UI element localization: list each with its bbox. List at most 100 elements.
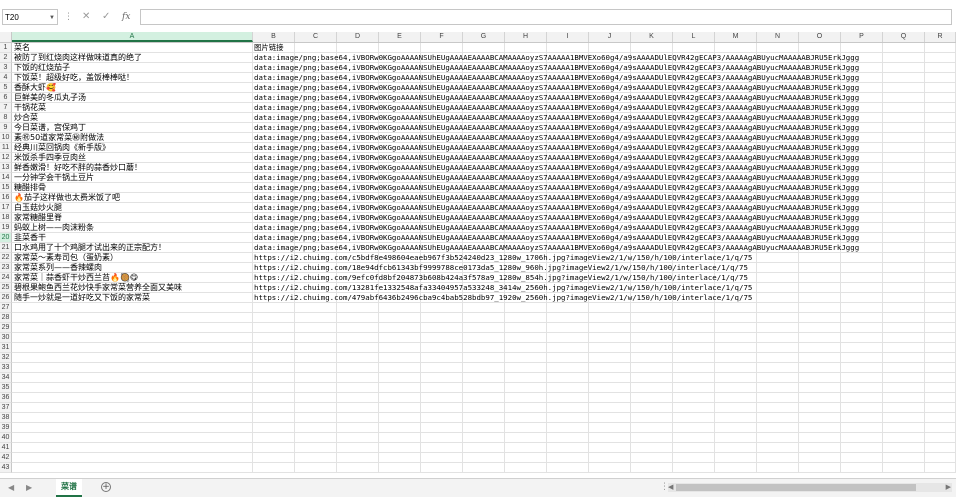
row-header[interactable]: 26 [0,293,12,303]
cell-image-link[interactable]: data:image/png;base64,iVBORw0KGgoAAAANSU… [253,53,954,63]
row-header[interactable]: 24 [0,273,12,283]
cell-dish-name[interactable]: 素㊗50道家常菜㊙附做法 [13,133,254,143]
cell-dish-name[interactable] [13,333,254,343]
cell-image-link[interactable]: data:image/png;base64,iVBORw0KGgoAAAANSU… [253,93,954,103]
cell-image-link[interactable] [253,443,954,453]
cell-dish-name[interactable]: 巨鲜美的冬瓜丸子汤 [13,93,254,103]
row-header[interactable]: 8 [0,113,12,123]
cell-dish-name[interactable] [13,423,254,433]
cell-dish-name[interactable] [13,373,254,383]
cell-dish-name[interactable] [13,383,254,393]
cell-image-link[interactable] [253,343,954,353]
row-header[interactable]: 15 [0,183,12,193]
row-header[interactable]: 31 [0,343,12,353]
cell-image-link[interactable] [253,403,954,413]
row-header[interactable]: 40 [0,433,12,443]
next-sheet-icon[interactable]: ▶ [26,483,32,492]
row-header[interactable]: 4 [0,73,12,83]
row-header[interactable]: 39 [0,423,12,433]
cell-dish-name[interactable]: 🔥茄子这样做也太费米饭了吧 [13,193,254,203]
cell-dish-name[interactable] [13,313,254,323]
cell-image-link[interactable]: https://i2.chuimg.com/479abf6436b2496cba… [253,293,954,303]
row-header[interactable]: 32 [0,353,12,363]
row-header[interactable]: 37 [0,403,12,413]
cell-dish-name[interactable]: 随手一炒就是一道好吃又下饭的家常菜 [13,293,254,303]
cell-image-link[interactable] [253,383,954,393]
cell-image-link[interactable] [253,463,954,473]
cell-dish-name[interactable]: 白玉菇炒火腿 [13,203,254,213]
cell-image-link[interactable]: data:image/png;base64,iVBORw0KGgoAAAANSU… [253,213,954,223]
cell-dish-name[interactable] [13,403,254,413]
row-header[interactable]: 33 [0,363,12,373]
cell-image-link[interactable]: data:image/png;base64,iVBORw0KGgoAAAANSU… [253,173,954,183]
cell-image-link[interactable]: https://i2.chuimg.com/c5bdf8e498604eaeb9… [253,253,954,263]
row-header[interactable]: 17 [0,203,12,213]
cell-image-link[interactable]: data:image/png;base64,iVBORw0KGgoAAAANSU… [253,133,954,143]
cell-dish-name[interactable]: 家常菜｜蒜香虾干炒西兰苔🔥🥘😋 [13,273,254,283]
row-header[interactable]: 9 [0,123,12,133]
cell-dish-name[interactable]: 经典川菜回锅肉《新手版》 [13,143,254,153]
cell-dish-name[interactable] [13,303,254,313]
cell-dish-name[interactable]: 口水鸡用了十个鸡腿才试出来的正宗配方！ [13,243,254,253]
cell-dish-name[interactable]: 今日菜谱，宫保鸡丁 [13,123,254,133]
row-header[interactable]: 2 [0,53,12,63]
row-header[interactable]: 13 [0,163,12,173]
cell-dish-name[interactable]: 蚂蚁上树——肉沫粉条 [13,223,254,233]
row-header[interactable]: 5 [0,83,12,93]
scroll-left-icon[interactable]: ◀ [668,483,673,492]
cell-dish-name[interactable] [13,343,254,353]
cell-image-link[interactable] [253,453,954,463]
cell-dish-name[interactable]: 糖醋排骨 [13,183,254,193]
cell-image-link[interactable]: data:image/png;base64,iVBORw0KGgoAAAANSU… [253,203,954,213]
cell-image-link[interactable] [253,423,954,433]
cell-image-link[interactable]: data:image/png;base64,iVBORw0KGgoAAAANSU… [253,123,954,133]
cell-dish-name[interactable] [13,443,254,453]
row-header[interactable]: 43 [0,463,12,473]
column-header-o[interactable]: O [799,32,841,42]
row-header[interactable]: 18 [0,213,12,223]
column-header-j[interactable]: J [589,32,631,42]
cell-image-link[interactable]: 图片链接 [253,43,954,53]
cell-image-link[interactable] [253,313,954,323]
cell-image-link[interactable] [253,333,954,343]
cell-dish-name[interactable]: 家常菜～素寿司包（蛋奶素） [13,253,254,263]
cell-image-link[interactable] [253,353,954,363]
add-sheet-icon[interactable]: + [101,482,111,492]
cell-dish-name[interactable] [13,433,254,443]
cell-image-link[interactable]: data:image/png;base64,iVBORw0KGgoAAAANSU… [253,183,954,193]
cell-image-link[interactable]: data:image/png;base64,iVBORw0KGgoAAAANSU… [253,163,954,173]
insert-function-icon[interactable]: fx [122,9,130,25]
cell-image-link[interactable] [253,393,954,403]
column-header-i[interactable]: I [547,32,589,42]
cell-dish-name[interactable]: 韭菜香干 [13,233,254,243]
cell-dish-name[interactable]: 下饭的红烧茄子 [13,63,254,73]
cell-image-link[interactable]: data:image/png;base64,iVBORw0KGgoAAAANSU… [253,233,954,243]
row-header[interactable]: 21 [0,243,12,253]
column-header-g[interactable]: G [463,32,505,42]
cell-image-link[interactable] [253,363,954,373]
cell-image-link[interactable]: data:image/png;base64,iVBORw0KGgoAAAANSU… [253,63,954,73]
cell-dish-name[interactable]: 一分钟学会干锅土豆片 [13,173,254,183]
row-header[interactable]: 6 [0,93,12,103]
row-header[interactable]: 29 [0,323,12,333]
row-header[interactable]: 41 [0,443,12,453]
cell-dish-name[interactable]: 家常菜系列——香辣螺肉 [13,263,254,273]
cell-dish-name[interactable]: 菜名 [13,43,254,53]
row-header[interactable]: 38 [0,413,12,423]
column-header-b[interactable]: B [253,32,295,42]
row-header[interactable]: 22 [0,253,12,263]
cell-image-link[interactable]: data:image/png;base64,iVBORw0KGgoAAAANSU… [253,143,954,153]
cell-image-link[interactable]: data:image/png;base64,iVBORw0KGgoAAAANSU… [253,193,954,203]
cell-image-link[interactable]: https://i2.chuimg.com/9efc0fd8bf204873b6… [253,273,954,283]
cell-image-link[interactable]: data:image/png;base64,iVBORw0KGgoAAAANSU… [253,223,954,233]
cell-image-link[interactable]: https://i2.chuimg.com/18e94dfcb61343bf99… [253,263,954,273]
scroll-right-icon[interactable]: ▶ [946,483,951,492]
cell-dish-name[interactable] [13,453,254,463]
cell-dish-name[interactable]: 米饭杀手四季豆肉丝 [13,153,254,163]
cell-image-link[interactable]: data:image/png;base64,iVBORw0KGgoAAAANSU… [253,103,954,113]
cell-dish-name[interactable] [13,463,254,473]
confirm-icon[interactable]: ✓ [102,9,110,25]
column-header-c[interactable]: C [295,32,337,42]
row-header[interactable]: 14 [0,173,12,183]
row-header[interactable]: 7 [0,103,12,113]
